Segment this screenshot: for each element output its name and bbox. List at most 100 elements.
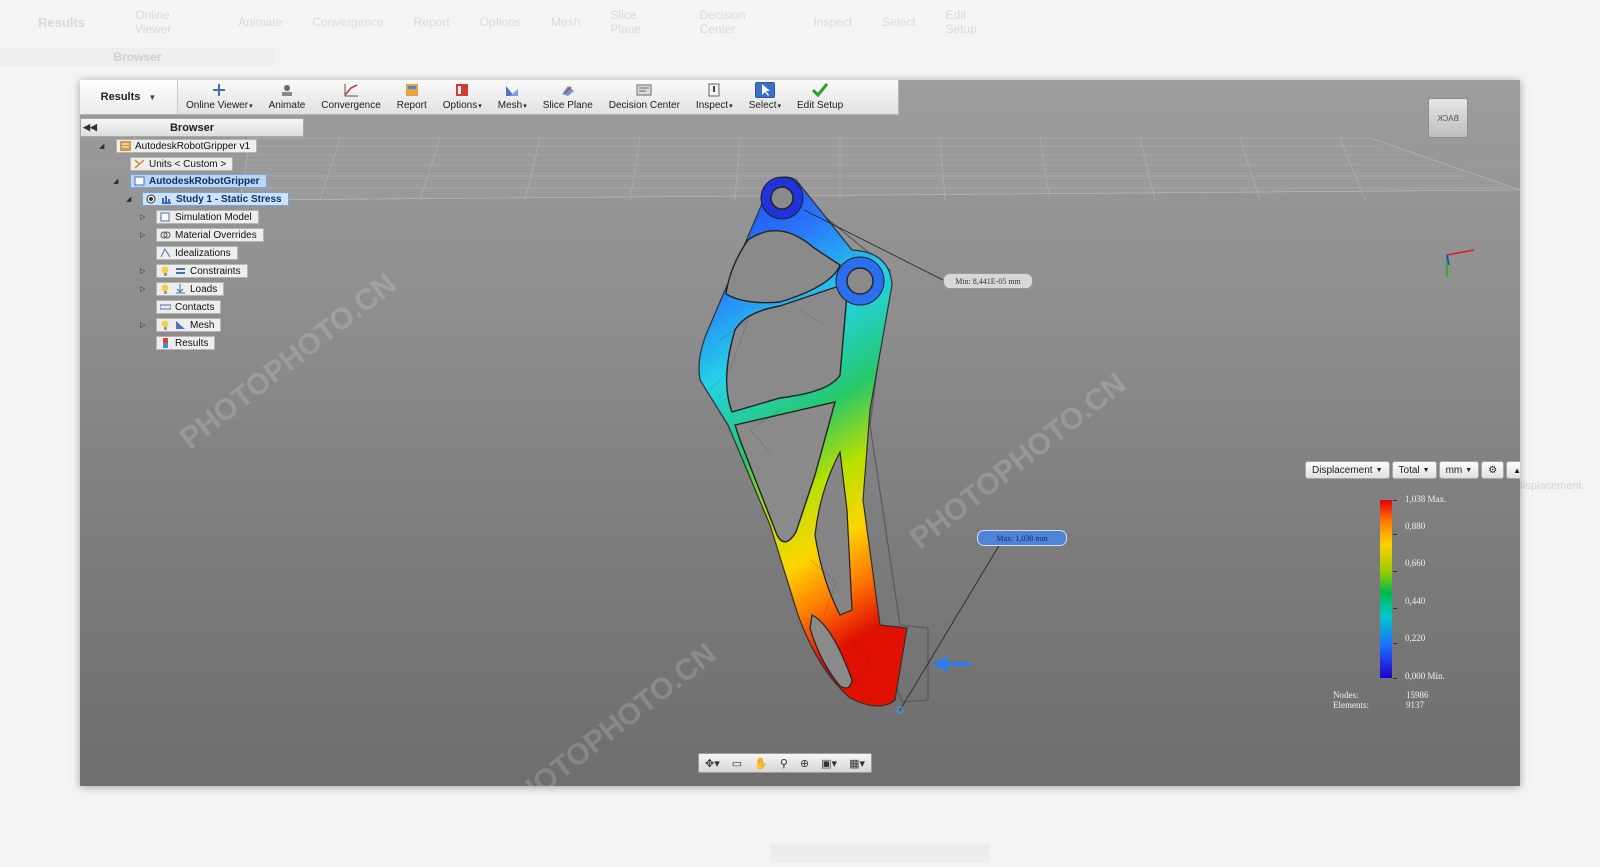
result-type-label: Displacement: [1312, 464, 1373, 476]
color-scale-bar: [1380, 500, 1392, 678]
ghost-browser-header: Browser: [0, 48, 275, 66]
tree-node-simulation-model[interactable]: Simulation Model: [156, 210, 259, 224]
tree-node-results[interactable]: Results: [156, 336, 216, 350]
tree-expander-icon[interactable]: ▷: [140, 321, 145, 329]
component-icon: [134, 176, 145, 186]
tree-expander-icon[interactable]: ◢: [126, 195, 131, 203]
dropdown-arrow-icon: ▼: [1422, 466, 1430, 474]
tree-node-contacts[interactable]: Contacts: [156, 300, 222, 314]
simulation-window: PHOTOPHOTO.CN PHOTOPHOTO.CN PHOTOPHOTO.C…: [80, 80, 1520, 786]
mesh-icon: [502, 82, 522, 98]
viewcube[interactable]: BACK: [1428, 98, 1468, 138]
tree-node-label: Contacts: [175, 301, 215, 313]
tree-node-units[interactable]: Units < Custom >: [130, 157, 234, 171]
lightbulb-icon: [160, 266, 171, 276]
legend-collapse-button[interactable]: ▲: [1506, 461, 1520, 479]
orbit-icon[interactable]: ✥▾: [705, 757, 720, 770]
tree-node-label: AutodeskRobotGripper v1: [135, 140, 251, 152]
browser-title: Browser: [169, 121, 215, 134]
slice-plane-button[interactable]: Slice Plane: [535, 80, 601, 114]
scale-label: 0,440: [1405, 596, 1426, 606]
contact-icon: [159, 302, 172, 312]
ghost-item: Convergence: [312, 15, 384, 29]
tree-expander-icon[interactable]: ▷: [140, 267, 145, 275]
edit-setup-label: Edit Setup: [797, 100, 844, 111]
3d-viewport[interactable]: PHOTOPHOTO.CN PHOTOPHOTO.CN PHOTOPHOTO.C…: [80, 80, 1520, 786]
inspect-button[interactable]: Inspect▾: [688, 80, 741, 114]
online-viewer-button[interactable]: Online Viewer▾: [178, 80, 261, 114]
mesh-label: Mesh: [497, 100, 523, 111]
options-icon: [452, 82, 472, 98]
tree-expander-icon[interactable]: ◢: [99, 142, 104, 150]
nodes-value: 15986: [1406, 690, 1429, 700]
mesh-button[interactable]: Mesh▾: [490, 80, 535, 114]
tree-expander-icon[interactable]: ▷: [140, 285, 145, 293]
tree-node-mesh[interactable]: Mesh: [156, 318, 222, 332]
convergence-button[interactable]: Convergence: [313, 80, 388, 114]
result-type-dropdown[interactable]: Displacement ▼: [1305, 461, 1390, 479]
elements-value: 9137: [1406, 700, 1424, 710]
animate-button[interactable]: Animate: [261, 80, 314, 114]
ground-grid: [239, 137, 1520, 201]
browser-header[interactable]: ◀◀ Browser: [80, 118, 304, 137]
tree-node-constraints[interactable]: Constraints: [156, 264, 248, 278]
display-settings-icon[interactable]: ▣▾: [821, 757, 837, 770]
decision-center-button[interactable]: Decision Center: [601, 80, 688, 114]
online-viewer-label: Online Viewer: [186, 100, 249, 111]
checkmark-icon: [810, 82, 830, 98]
legend-settings-button[interactable]: ⚙: [1481, 461, 1505, 479]
look-at-icon[interactable]: ▭: [732, 757, 742, 770]
select-button[interactable]: Select▾: [741, 80, 789, 114]
scale-tick: [1393, 608, 1397, 609]
results-workspace-dropdown[interactable]: Results ▼: [80, 80, 178, 114]
scale-tick: [1393, 500, 1397, 501]
report-button[interactable]: Report: [389, 80, 435, 114]
tree-node-material-overrides[interactable]: Material Overrides: [156, 228, 264, 242]
grid-settings-icon[interactable]: ▦▾: [849, 757, 865, 770]
tree-node-study[interactable]: Study 1 - Static Stress: [142, 192, 289, 206]
tree-expander-icon[interactable]: ◢: [113, 177, 118, 185]
unit-dropdown[interactable]: mm ▼: [1438, 461, 1480, 479]
edit-setup-button[interactable]: Edit Setup: [789, 80, 851, 114]
decision-center-icon: [634, 82, 654, 98]
tree-node-component[interactable]: AutodeskRobotGripper: [130, 174, 267, 188]
tree-expander-icon[interactable]: ▷: [140, 231, 145, 239]
navigation-bar: ✥▾ ▭ ✋ ⚲ ⊕ ▣▾ ▦▾: [698, 753, 872, 773]
ghost-item: Animate: [238, 15, 283, 29]
pan-hand-icon[interactable]: ✋: [754, 757, 768, 770]
tree-expander-icon[interactable]: ▷: [140, 213, 145, 221]
scale-tick: [1393, 678, 1397, 679]
material-icon: [160, 230, 171, 240]
dropdown-arrow-icon: ▼: [1375, 466, 1383, 474]
collapse-panel-icon[interactable]: ◀◀: [81, 122, 99, 133]
ghost-item: Report: [413, 15, 450, 29]
inspect-icon: [704, 82, 724, 98]
slice-plane-label: Slice Plane: [542, 100, 593, 111]
report-icon: [402, 82, 422, 98]
max-displacement-probe[interactable]: Max: 1,038 mm: [977, 530, 1067, 546]
ghost-item: Select: [882, 15, 916, 29]
elements-label: Elements:: [1333, 700, 1369, 710]
watermark: PHOTOPHOTO.CN PHOTOPHOTO.CN PHOTOPHOTO.C…: [174, 267, 1132, 786]
lightbulb-icon: [160, 320, 171, 330]
component-dropdown[interactable]: Total ▼: [1391, 461, 1437, 479]
ghost-results-tab: Results: [38, 14, 85, 30]
units-icon: [134, 159, 145, 169]
ghost-navigation-bar: [770, 843, 990, 863]
tree-node-idealizations[interactable]: Idealizations: [156, 246, 238, 260]
ghost-item: Options: [479, 15, 522, 29]
nodes-label: Nodes:: [1333, 690, 1359, 700]
zoom-icon[interactable]: ⚲: [780, 757, 788, 770]
zoom-window-icon[interactable]: ⊕: [800, 757, 809, 770]
dropdown-arrow-icon: ▾: [249, 103, 253, 110]
tree-node-root[interactable]: AutodeskRobotGripper v1: [116, 139, 258, 153]
scale-tick: [1393, 571, 1397, 572]
unit-label: mm: [1445, 464, 1463, 476]
tree-node-loads[interactable]: Loads: [156, 282, 225, 296]
tree-node-label: AutodeskRobotGripper: [149, 175, 260, 187]
tree-node-label: Simulation Model: [175, 211, 252, 223]
options-button[interactable]: Options▾: [435, 80, 490, 114]
min-displacement-probe[interactable]: Min: 8,441E-05 mm: [943, 273, 1033, 289]
animate-label: Animate: [268, 100, 306, 111]
dropdown-arrow-icon: ▾: [523, 103, 527, 110]
